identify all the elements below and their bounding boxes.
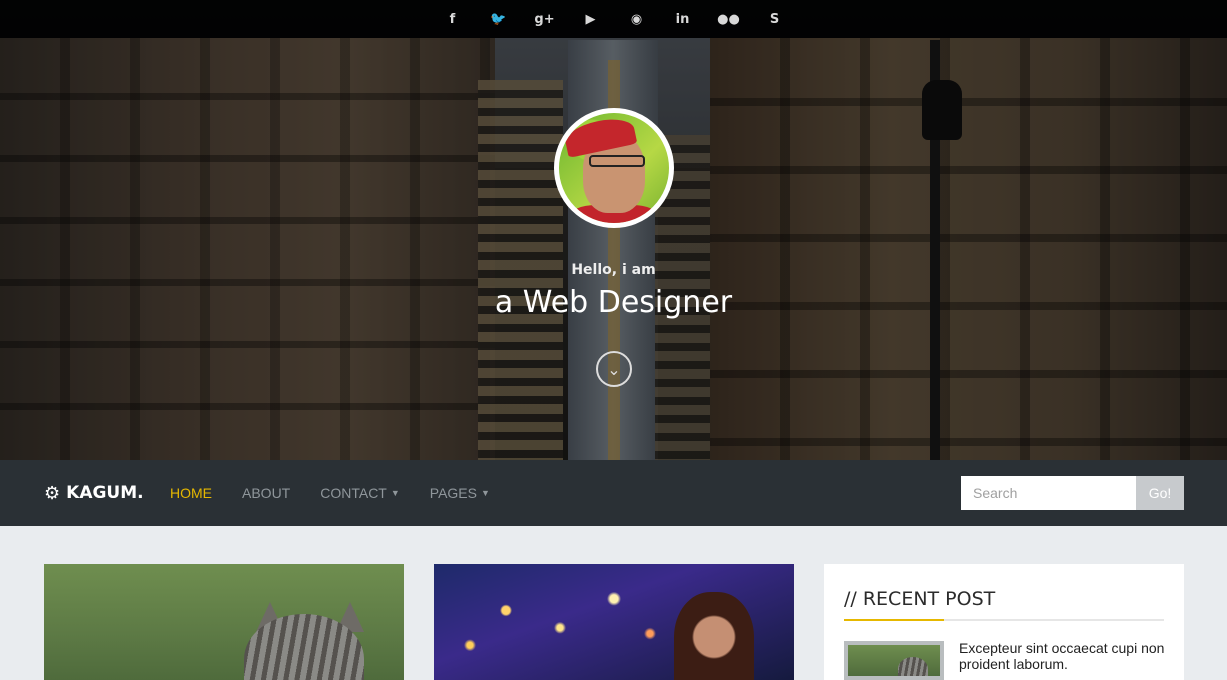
facebook-icon[interactable]: f [430,0,476,38]
flickr-icon[interactable]: ●● [706,0,752,38]
skype-icon[interactable]: S [752,0,798,38]
gear-icon: ⚙ [44,482,61,504]
linkedin-icon[interactable]: in [660,0,706,38]
nav-item-about[interactable]: ABOUT [242,485,290,501]
nav-item-label: CONTACT [320,485,387,501]
avatar-glasses [589,155,645,167]
portrait-woman [674,592,754,680]
caret-down-icon: ▼ [390,488,400,498]
widget-title: // RECENT POST [844,588,996,610]
recent-post-title[interactable]: Excepteur sint occaecat cupi non proiden… [959,640,1169,672]
nav-item-label: PAGES [429,485,477,501]
hero-role: a Web Designer [494,285,733,320]
hero-greeting: Hello, i am [571,262,656,278]
caret-down-icon: ▼ [480,488,490,498]
search-go-button[interactable]: Go! [1136,476,1184,510]
social-bar: f 🐦 g+ ▶ ◉ in ●● S [0,0,1227,38]
thumbnail-image [848,645,940,676]
divider-accent [844,619,944,621]
github-icon[interactable]: ◉ [614,0,660,38]
double-chevron-down-icon[interactable]: ⌄ [596,351,632,387]
profile-avatar [554,108,674,228]
hero-banner [0,0,1227,460]
recent-post-widget: // RECENT POST Excepteur sint occaecat c… [824,564,1184,680]
search-input[interactable] [961,476,1137,510]
google-plus-icon[interactable]: g+ [522,0,568,38]
brand-name: KAGUM. [66,483,144,503]
nav-item-label: HOME [170,485,212,501]
nav-item-pages[interactable]: PAGES ▼ [430,485,490,501]
widget-divider [844,619,1164,621]
youtube-icon[interactable]: ▶ [568,0,614,38]
nav-item-contact[interactable]: CONTACT ▼ [320,485,400,501]
twitter-icon[interactable]: 🐦 [476,0,522,38]
post-image-city-night[interactable] [434,564,794,680]
mini-cat [898,657,928,676]
post-image-cat[interactable] [44,564,404,680]
brand-logo[interactable]: ⚙ KAGUM. [44,460,144,526]
hero-overlay [0,0,1227,460]
nav-item-home[interactable]: HOME [170,485,212,501]
recent-post-thumbnail[interactable] [844,641,944,680]
nav-menu: HOME ABOUT CONTACT ▼ PAGES ▼ [170,460,520,526]
nav-item-label: ABOUT [242,485,291,501]
